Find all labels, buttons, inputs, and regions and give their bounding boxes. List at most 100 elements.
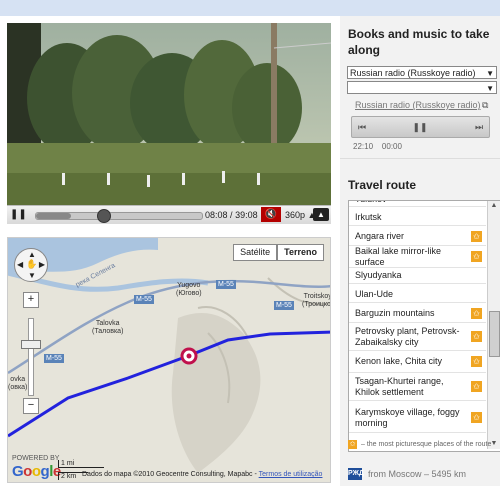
- radio-station-select[interactable]: Russian radio (Russkoye radio) ▼: [347, 66, 497, 79]
- road-label: M-55: [274, 301, 294, 310]
- route-item-label: Tulunov: [355, 201, 403, 205]
- route-item-label: Kenon lake, Chita city: [355, 356, 443, 366]
- terms-link[interactable]: Termos de utilização: [259, 471, 323, 478]
- zoom-out-button[interactable]: −: [23, 398, 39, 414]
- route-item-label: Tsagan-Khurtei range, Khilok settlement: [355, 375, 444, 397]
- map-type-satellite[interactable]: Satélite: [233, 244, 278, 261]
- place-name: Troitskoye: [303, 293, 330, 300]
- route-item-label: Angara river: [355, 231, 405, 241]
- route-list[interactable]: TulunovIrkutskAngara river✩Baikal lake m…: [348, 200, 500, 452]
- sidebar: Books and music to take along Russian ra…: [340, 16, 500, 486]
- route-list-item[interactable]: Baikal lake mirror-like surface ✩: [349, 246, 486, 268]
- audio-player: ⏮ ❚❚ ⏭: [351, 116, 490, 138]
- place-name-alt: (Троицкое): [302, 301, 331, 308]
- track-select[interactable]: ▼: [347, 81, 497, 94]
- place-name-alt: (овка): [8, 384, 28, 391]
- route-item-label: Barguzin mountains: [355, 308, 435, 318]
- travel-route-title: Travel route: [348, 178, 417, 192]
- quality-label: 360p: [285, 210, 306, 220]
- route-list-item[interactable]: Tulunov: [349, 201, 486, 207]
- map-type-terrain[interactable]: Terreno: [277, 244, 324, 261]
- audio-time: 22:10 00:00: [353, 142, 402, 151]
- route-list-scrollbar[interactable]: ▲ ▼: [487, 201, 500, 449]
- place-label: Troitskoye (Троицкое): [302, 293, 331, 309]
- distance-value: 5495 km: [431, 469, 467, 479]
- pan-up-icon[interactable]: ▲: [28, 250, 36, 259]
- route-list-item[interactable]: Slyudyanka: [349, 268, 486, 284]
- road-label: M-55: [134, 295, 154, 304]
- map-navigation: ▲ ◀ ▶ ▼ ✋ + −: [14, 248, 48, 414]
- video-progress-fill: [36, 213, 71, 219]
- zoom-slider-handle[interactable]: [21, 340, 41, 349]
- external-link-icon[interactable]: ⧉: [482, 100, 488, 111]
- route-list-item[interactable]: Karymskoye village, foggy morning ✩: [349, 403, 486, 433]
- star-icon: ✩: [471, 356, 482, 367]
- scrollbar-thumb[interactable]: [489, 311, 500, 357]
- place-label: ovka (овка): [8, 376, 27, 392]
- route-list-item[interactable]: Ulan-Ude: [349, 287, 486, 303]
- scroll-up-icon[interactable]: ▲: [488, 201, 500, 211]
- route-list-item[interactable]: Angara river ✩: [349, 228, 486, 246]
- route-item-label: Irkutsk: [355, 212, 382, 222]
- books-music-title: Books and music to take along: [348, 27, 490, 57]
- star-icon: ✩: [471, 412, 482, 423]
- star-icon: ✩: [471, 231, 482, 242]
- volume-muted-icon[interactable]: 🔇: [261, 207, 281, 222]
- video-frame[interactable]: [7, 23, 331, 205]
- video-time: 08:08 / 39:08: [205, 208, 258, 222]
- pause-icon[interactable]: ❚❚: [410, 117, 430, 137]
- place-name-alt: (Таловка): [92, 328, 124, 335]
- video-control-bar: ❚❚ 08:08 / 39:08 🔇 360p ▲ ▲: [7, 205, 331, 224]
- video-seek-bar[interactable]: [35, 209, 203, 223]
- pan-left-icon[interactable]: ◀: [17, 260, 23, 269]
- star-icon: ✩: [348, 440, 357, 449]
- video-current-time: 08:08: [205, 210, 228, 220]
- map-attribution-text: Dados do mapa ©2010 Geocentre Consulting…: [82, 471, 259, 478]
- star-icon: ✩: [471, 308, 482, 319]
- previous-track-icon[interactable]: ⏮: [352, 117, 372, 137]
- radio-select-value: Russian radio (Russkoye radio): [350, 68, 476, 78]
- video-scene-image: [7, 23, 331, 205]
- video-player[interactable]: ❚❚ 08:08 / 39:08 🔇 360p ▲ ▲: [7, 23, 331, 224]
- zoom-slider[interactable]: [28, 318, 34, 396]
- video-seek-handle[interactable]: [96, 209, 111, 223]
- audio-total-time: 00:00: [381, 142, 402, 151]
- route-item-label: Karymskoye village, foggy morning: [355, 406, 460, 428]
- route-map[interactable]: Satélite Terreno ▲ ◀ ▶ ▼ ✋ + − Yugovo (Ю…: [7, 237, 331, 483]
- pause-icon[interactable]: ❚❚: [10, 208, 27, 222]
- pan-right-icon[interactable]: ▶: [39, 260, 45, 269]
- route-list-item[interactable]: Tsagan-Khurtei range, Khilok settlement ✩: [349, 373, 486, 401]
- route-list-item[interactable]: Barguzin mountains ✩: [349, 305, 486, 323]
- place-name: Talovka: [95, 320, 120, 327]
- star-icon: ✩: [471, 331, 482, 342]
- from-label: from Moscow –: [368, 469, 430, 479]
- route-item-label: Baikal lake mirror-like surface: [355, 245, 442, 267]
- zoom-in-button[interactable]: +: [23, 292, 39, 308]
- route-list-item[interactable]: Petrovsky plant, Petrovsk-Zabaikalsky ci…: [349, 323, 486, 351]
- video-time-separator: /: [230, 210, 233, 220]
- route-distance: РЖД from Moscow – 5495 km: [348, 468, 466, 480]
- route-list-item[interactable]: Irkutsk: [349, 210, 486, 226]
- place-name-alt: (Югово): [176, 290, 202, 297]
- fullscreen-button[interactable]: ▲: [313, 208, 329, 221]
- route-item-label: Petrovsky plant, Petrovsk-Zabaikalsky ci…: [355, 325, 460, 347]
- hand-icon[interactable]: ✋: [26, 259, 37, 270]
- scale-bar-mi: 1 mi: [58, 460, 105, 468]
- map-type-switch: Satélite Terreno: [233, 244, 324, 261]
- rzd-logo: РЖД: [348, 468, 364, 480]
- pan-down-icon[interactable]: ▼: [28, 271, 36, 280]
- star-icon: ✩: [471, 251, 482, 262]
- route-list-item[interactable]: Kenon lake, Chita city ✩: [349, 351, 486, 373]
- quality-selector[interactable]: 360p ▲: [285, 208, 316, 222]
- next-track-icon[interactable]: ⏭: [469, 117, 489, 137]
- pan-control[interactable]: ▲ ◀ ▶ ▼ ✋: [14, 248, 48, 282]
- road-label: M-55: [44, 354, 64, 363]
- audio-current-time: 22:10: [353, 142, 374, 151]
- top-bar: [0, 0, 500, 16]
- google-logo[interactable]: Google: [12, 463, 61, 480]
- radio-player-link[interactable]: Russian radio (Russkoye radio): [355, 100, 481, 110]
- legend-text: – the most picturesque places of the rou…: [361, 441, 492, 448]
- chevron-down-icon: ▼: [486, 84, 494, 93]
- place-label: Talovka (Таловка): [92, 320, 123, 336]
- road-label: M-55: [216, 280, 236, 289]
